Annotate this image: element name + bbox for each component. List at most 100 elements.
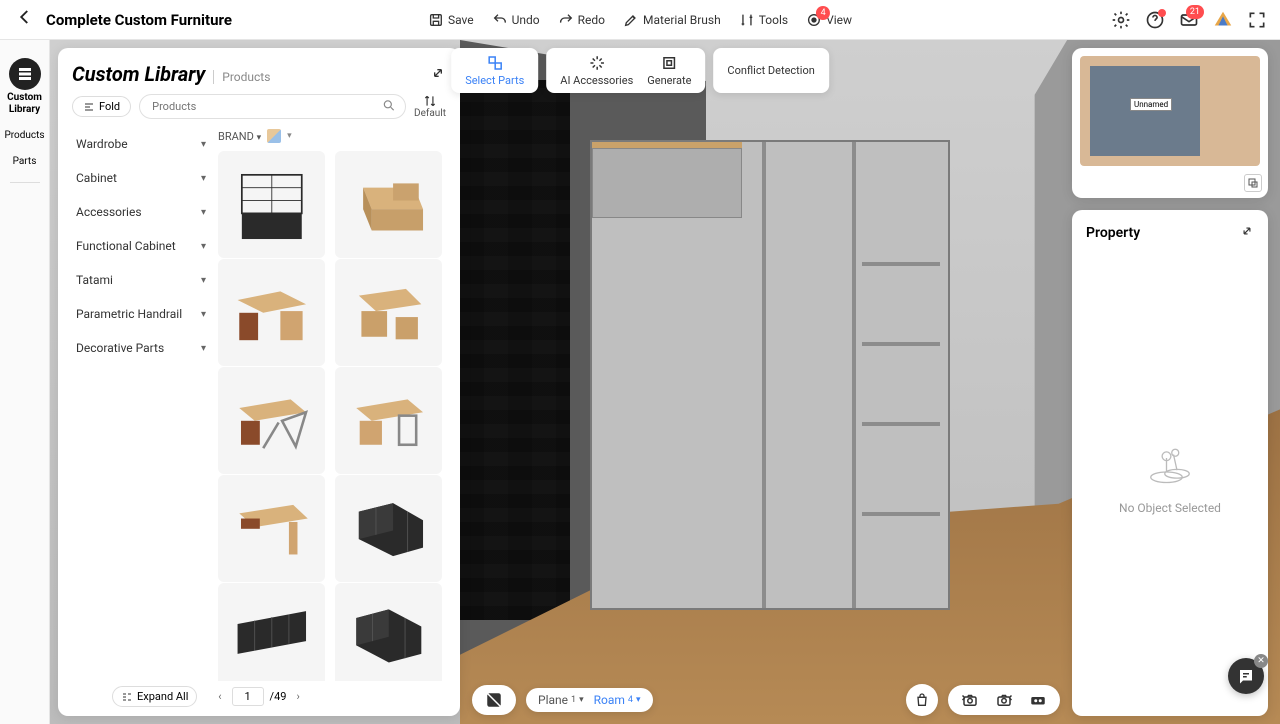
logo-icon — [1212, 9, 1234, 31]
category-accessories[interactable]: Accessories▾ — [72, 195, 210, 229]
close-icon[interactable]: ✕ — [1254, 654, 1268, 668]
product-card[interactable] — [218, 259, 325, 366]
rail-parts[interactable]: Parts — [0, 152, 49, 172]
mail-button[interactable]: 21 — [1178, 9, 1200, 31]
product-card[interactable] — [335, 583, 442, 681]
minimap-popout-button[interactable] — [1244, 174, 1262, 192]
ai-accessories-button[interactable]: AI Accessories — [560, 54, 633, 87]
camera-capture-button[interactable] — [960, 690, 980, 710]
page-total: /49 — [270, 690, 287, 703]
camera-in-icon — [961, 691, 979, 709]
expand-tree-icon — [121, 691, 133, 703]
category-parametric-handrail[interactable]: Parametric Handrail▾ — [72, 297, 210, 331]
view-button[interactable]: 4 View — [806, 12, 852, 28]
fold-icon — [83, 101, 95, 113]
rail-custom-library[interactable]: Custom Library — [0, 50, 49, 120]
material-brush-button[interactable]: Material Brush — [623, 12, 721, 28]
property-expand-button[interactable] — [1240, 224, 1254, 242]
generate-icon — [660, 54, 678, 72]
empty-state-icon — [1142, 437, 1198, 493]
search-input[interactable] — [139, 94, 406, 119]
brand-filter[interactable]: BRAND ▾ — [218, 130, 261, 143]
chevron-down-icon: ▾ — [201, 309, 206, 320]
plane-view-button[interactable]: Plane 1 ▾ — [538, 693, 584, 707]
product-card[interactable] — [218, 151, 325, 258]
category-tatami[interactable]: Tatami▾ — [72, 263, 210, 297]
page-input[interactable] — [232, 687, 264, 706]
product-card[interactable] — [335, 259, 442, 366]
save-button[interactable]: Save — [428, 12, 474, 28]
undo-button[interactable]: Undo — [492, 12, 540, 28]
page-next[interactable]: › — [292, 690, 303, 703]
undo-icon — [492, 12, 508, 28]
camera-export-button[interactable] — [994, 690, 1014, 710]
rail-products[interactable]: Products — [0, 126, 49, 146]
product-card[interactable] — [218, 475, 325, 582]
roam-view-button[interactable]: Roam 4 ▾ — [594, 693, 641, 707]
minimap-view: Unnamed — [1080, 56, 1260, 166]
product-card[interactable] — [335, 367, 442, 474]
feedback-button[interactable]: ✕ — [1228, 658, 1264, 694]
chevron-down-icon: ▾ — [636, 695, 641, 705]
camera-out-icon — [995, 691, 1013, 709]
conflict-detection-button[interactable]: Conflict Detection — [727, 64, 814, 77]
product-grid — [218, 151, 446, 681]
product-card[interactable] — [335, 151, 442, 258]
sort-icon — [422, 94, 438, 108]
expand-all-button[interactable]: Expand All — [112, 686, 197, 707]
expand-diagonal-icon — [430, 65, 446, 81]
minimap[interactable]: Unnamed — [1072, 48, 1268, 198]
chevron-down-icon: ▾ — [257, 133, 262, 143]
category-decorative-parts[interactable]: Decorative Parts▾ — [72, 331, 210, 365]
category-wardrobe[interactable]: Wardrobe▾ — [72, 127, 210, 161]
select-parts-button[interactable]: Select Parts — [465, 54, 524, 87]
redo-button[interactable]: Redo — [558, 12, 605, 28]
help-button[interactable] — [1144, 9, 1166, 31]
product-card[interactable] — [335, 475, 442, 582]
product-card[interactable] — [218, 583, 325, 681]
category-cabinet[interactable]: Cabinet▾ — [72, 161, 210, 195]
back-button[interactable] — [12, 4, 38, 35]
page-prev[interactable]: ‹ — [214, 690, 225, 703]
chevron-down-icon: ▾ — [201, 275, 206, 286]
product-card[interactable] — [218, 367, 325, 474]
property-title: Property — [1086, 225, 1140, 241]
render-mode-button[interactable] — [484, 690, 504, 710]
note-icon — [1237, 667, 1255, 685]
profile-button[interactable] — [1212, 9, 1234, 31]
library-expand-button[interactable] — [430, 65, 446, 85]
vr-icon — [1029, 691, 1047, 709]
library-breadcrumb: Products — [213, 70, 270, 84]
shopping-bag-button[interactable] — [906, 684, 938, 716]
fold-button[interactable]: Fold — [72, 96, 131, 117]
chevron-down-icon: ▾ — [287, 131, 292, 141]
rail-divider — [10, 182, 40, 183]
ai-icon — [588, 54, 606, 72]
help-notification-dot — [1158, 9, 1166, 17]
gear-icon — [1111, 10, 1131, 30]
select-icon — [486, 54, 504, 72]
chevron-down-icon: ▾ — [201, 173, 206, 184]
save-icon — [428, 12, 444, 28]
library-title: Custom Library — [72, 62, 205, 86]
property-empty-text: No Object Selected — [1119, 501, 1221, 515]
chevron-down-icon: ▾ — [201, 241, 206, 252]
chevron-down-icon: ▾ — [201, 139, 206, 150]
tools-button[interactable]: Tools — [739, 12, 788, 28]
sort-button[interactable]: Default — [414, 94, 446, 119]
generate-button[interactable]: Generate — [647, 54, 691, 87]
left-rail: Custom Library Products Parts — [0, 40, 50, 724]
library-panel: Custom Library Products Fold Default War… — [58, 48, 460, 716]
settings-button[interactable] — [1110, 9, 1132, 31]
vr-view-button[interactable] — [1028, 690, 1048, 710]
material-swatch[interactable] — [267, 129, 281, 143]
category-functional-cabinet[interactable]: Functional Cabinet▾ — [72, 229, 210, 263]
library-icon — [9, 58, 41, 90]
app-title: Complete Custom Furniture — [46, 11, 232, 29]
chevron-down-icon: ▾ — [579, 695, 584, 705]
chevron-down-icon: ▾ — [201, 207, 206, 218]
expand-diagonal-icon — [1240, 224, 1254, 238]
contrast-icon — [485, 691, 503, 709]
fullscreen-button[interactable] — [1246, 9, 1268, 31]
roam-number: 4 — [628, 695, 633, 705]
